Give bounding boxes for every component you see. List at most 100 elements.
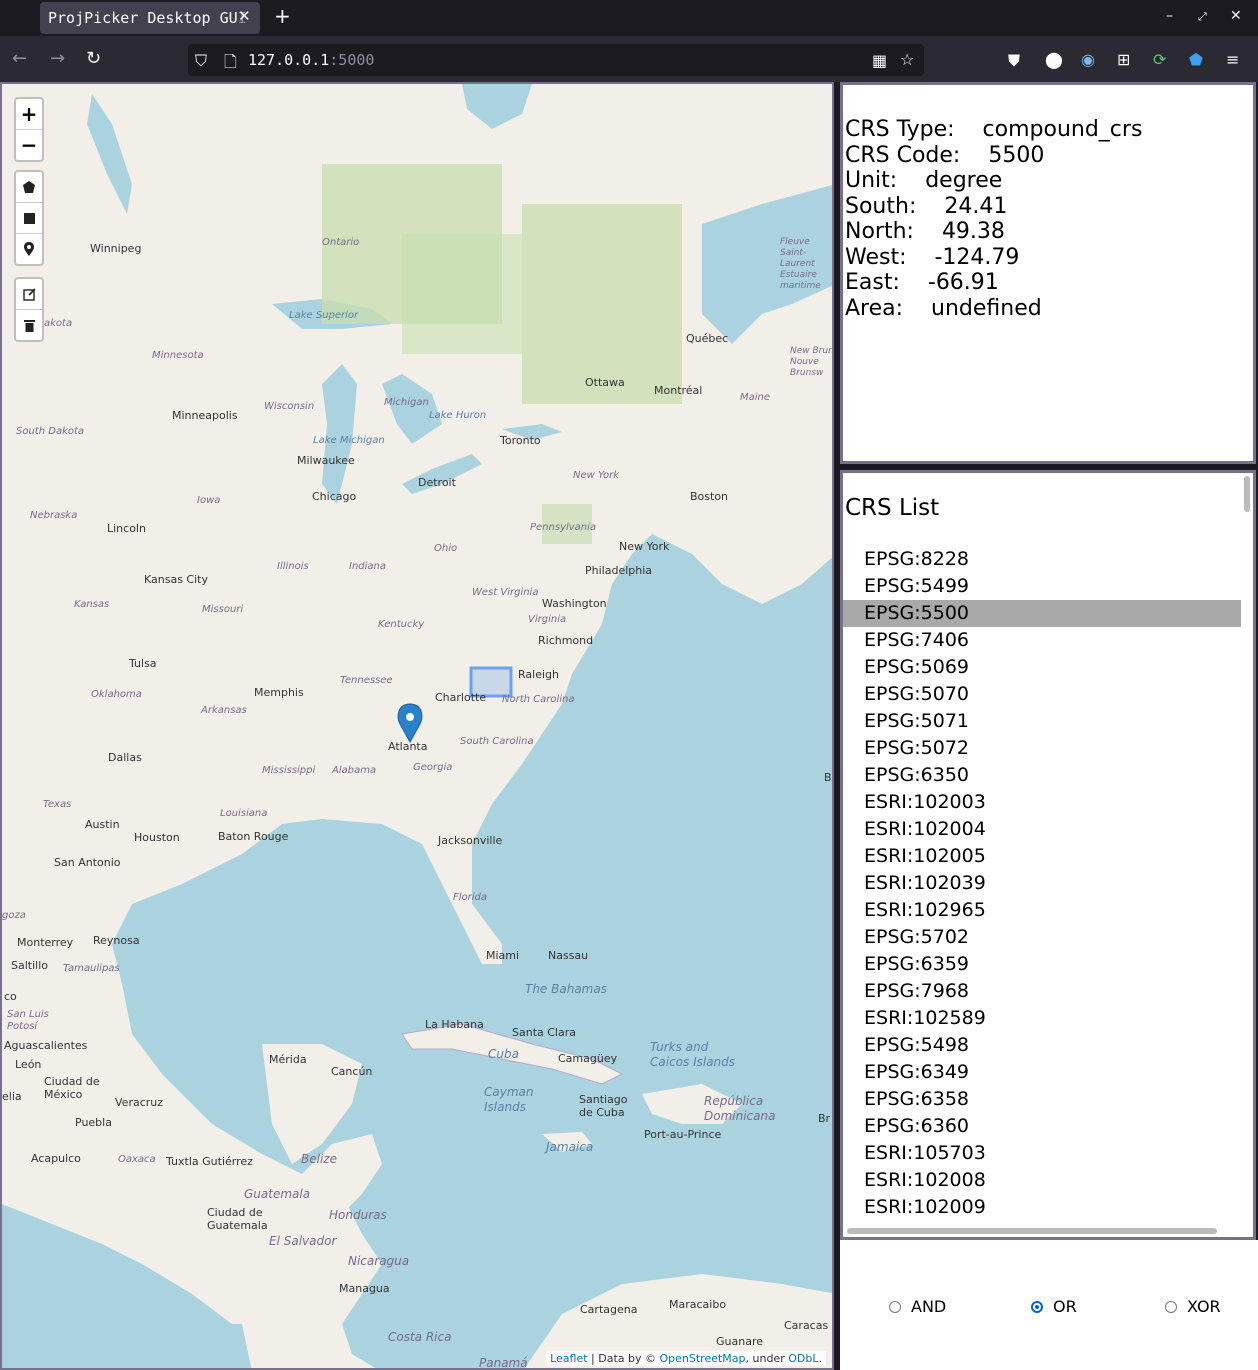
- crs-list-item[interactable]: EPSG:7406: [843, 627, 1241, 654]
- qr-icon[interactable]: ▦: [872, 51, 887, 70]
- zoom-out-button[interactable]: −: [16, 130, 42, 160]
- radio-and-indicator[interactable]: [889, 1300, 901, 1313]
- tab-close-icon[interactable]: ✕: [238, 7, 251, 25]
- crs-list-item[interactable]: EPSG:8228: [843, 546, 1241, 573]
- map-label: Jamaica: [546, 1140, 594, 1154]
- browser-tab[interactable]: ProjPicker Desktop GUI: [40, 2, 260, 34]
- close-window-icon[interactable]: ✕: [1230, 8, 1242, 24]
- map-label: Memphis: [254, 686, 304, 699]
- map-label: Baton Rouge: [218, 830, 289, 843]
- radio-or-indicator[interactable]: [1031, 1300, 1043, 1313]
- crs-list-item[interactable]: EPSG:5070: [843, 681, 1241, 708]
- crs-list-item[interactable]: ESRI:102005: [843, 843, 1241, 870]
- map-label: Ontario: [322, 237, 360, 248]
- map-label: Tamaulipas: [63, 963, 120, 974]
- minimize-icon[interactable]: –: [1166, 8, 1173, 24]
- crs-list-item[interactable]: EPSG:5499: [843, 573, 1241, 600]
- back-icon[interactable]: ←: [12, 48, 27, 69]
- map-label: Santiago de Cuba: [579, 1093, 628, 1119]
- crs-list-item[interactable]: ESRI:102003: [843, 789, 1241, 816]
- extensions-grid-icon[interactable]: ⊞: [1117, 50, 1130, 69]
- crs-info-label: CRS Code:: [845, 142, 961, 168]
- leaflet-link[interactable]: Leaflet: [550, 1352, 587, 1365]
- vertical-scrollbar[interactable]: [1244, 476, 1250, 512]
- crs-list-item[interactable]: ESRI:102039: [843, 870, 1241, 897]
- map-label: Toronto: [500, 434, 541, 447]
- radio-xor-indicator[interactable]: [1165, 1300, 1177, 1313]
- map-label: Br: [818, 1112, 831, 1125]
- radio-and-label: AND: [911, 1297, 947, 1316]
- url-text[interactable]: 127.0.0.1:5000: [248, 51, 374, 69]
- map-label: Winnipeg: [90, 242, 142, 255]
- crs-list-item[interactable]: EPSG:6360: [843, 1113, 1241, 1140]
- crs-list-item[interactable]: ESRI:102009: [843, 1194, 1241, 1221]
- extension-notify-icon[interactable]: ⬟: [1189, 50, 1203, 69]
- crs-list-item[interactable]: EPSG:7968: [843, 978, 1241, 1005]
- menu-icon[interactable]: ≡: [1226, 50, 1239, 69]
- crs-list-item[interactable]: EPSG:5702: [843, 924, 1241, 951]
- zoom-in-button[interactable]: +: [16, 99, 42, 130]
- map-label: Austin: [85, 818, 120, 831]
- crs-list-item[interactable]: ESRI:102008: [843, 1167, 1241, 1194]
- radio-xor[interactable]: XOR: [1165, 1297, 1221, 1316]
- edit-layers-button[interactable]: [16, 279, 42, 310]
- map-label: Ottawa: [585, 376, 625, 389]
- osm-link[interactable]: OpenStreetMap: [660, 1352, 746, 1365]
- polygon-icon: [23, 181, 35, 193]
- map-label: Ciudad de México: [44, 1075, 100, 1101]
- attribution-text: .: [818, 1352, 823, 1365]
- crs-list-item[interactable]: EPSG:6349: [843, 1059, 1241, 1086]
- map-label: Illinois: [277, 561, 309, 572]
- crs-list-item[interactable]: EPSG:5500: [843, 600, 1241, 627]
- draw-marker-button[interactable]: [16, 234, 42, 264]
- map-label: New Brun Nouve Brunsw: [790, 346, 834, 378]
- map-label: Washington: [542, 597, 607, 610]
- crs-list-item[interactable]: ESRI:102004: [843, 816, 1241, 843]
- map-label: Atlanta: [388, 740, 428, 753]
- map-label: Missouri: [202, 604, 244, 615]
- radio-or[interactable]: OR: [1031, 1297, 1077, 1316]
- extension-sync-icon[interactable]: ⟳: [1153, 50, 1166, 69]
- crs-list-item[interactable]: ESRI:102589: [843, 1005, 1241, 1032]
- radio-and[interactable]: AND: [889, 1297, 946, 1316]
- odbl-link[interactable]: ODbL: [788, 1352, 818, 1365]
- browser-tab-bar: ProjPicker Desktop GUI ✕ + – ⤢ ✕: [0, 0, 1258, 36]
- map-label: Turks and Caicos Islands: [650, 1040, 736, 1069]
- crs-info-row: South: 24.41: [845, 194, 1142, 220]
- shield-icon[interactable]: ⛉: [195, 51, 207, 71]
- crs-list-item[interactable]: ESRI:105703: [843, 1140, 1241, 1167]
- reload-icon[interactable]: ↻: [86, 48, 101, 69]
- crs-list-item[interactable]: EPSG:5498: [843, 1032, 1241, 1059]
- new-tab-icon[interactable]: +: [274, 4, 291, 28]
- map-label: Iowa: [197, 495, 221, 506]
- crs-list-item[interactable]: EPSG:5072: [843, 735, 1241, 762]
- restore-icon[interactable]: ⤢: [1198, 10, 1207, 24]
- map-basemap: [2, 84, 832, 1368]
- map-label: Lake Huron: [429, 410, 487, 421]
- crs-list-item[interactable]: EPSG:5069: [843, 654, 1241, 681]
- forward-icon[interactable]: →: [50, 48, 65, 69]
- extension-bolt-icon[interactable]: ◉: [1081, 50, 1095, 69]
- map-view[interactable]: Winnipeg Ontario Lake Superior Minnesota…: [0, 82, 834, 1370]
- map-label: Pennsylvania: [530, 522, 597, 533]
- crs-list-item[interactable]: ESRI:102965: [843, 897, 1241, 924]
- zoom-control: + −: [14, 97, 44, 162]
- map-label: Ohio: [434, 543, 458, 554]
- horizontal-scrollbar[interactable]: [847, 1228, 1217, 1234]
- draw-rectangle-button[interactable]: [16, 203, 42, 234]
- pocket-icon[interactable]: ⛊: [1008, 51, 1020, 71]
- page-icon: 🗋: [224, 52, 237, 71]
- crs-list-item[interactable]: EPSG:6359: [843, 951, 1241, 978]
- crs-list-item[interactable]: EPSG:6358: [843, 1086, 1241, 1113]
- map-label: República Dominicana: [704, 1094, 776, 1123]
- map-label: Guatemala: [244, 1187, 311, 1201]
- map-label: Ciudad de Guatemala: [207, 1206, 268, 1232]
- crs-list[interactable]: EPSG:8228 EPSG:5499 EPSG:5500 EPSG:7406 EPSG…: [843, 546, 1241, 1221]
- delete-layers-button[interactable]: [16, 310, 42, 340]
- crs-list-item[interactable]: EPSG:5071: [843, 708, 1241, 735]
- star-icon[interactable]: ☆: [900, 50, 914, 69]
- draw-polygon-button[interactable]: [16, 172, 42, 203]
- map-label: Jacksonville: [438, 834, 503, 847]
- crs-list-item[interactable]: EPSG:6350: [843, 762, 1241, 789]
- extension-circle-icon[interactable]: ⬤: [1045, 50, 1063, 69]
